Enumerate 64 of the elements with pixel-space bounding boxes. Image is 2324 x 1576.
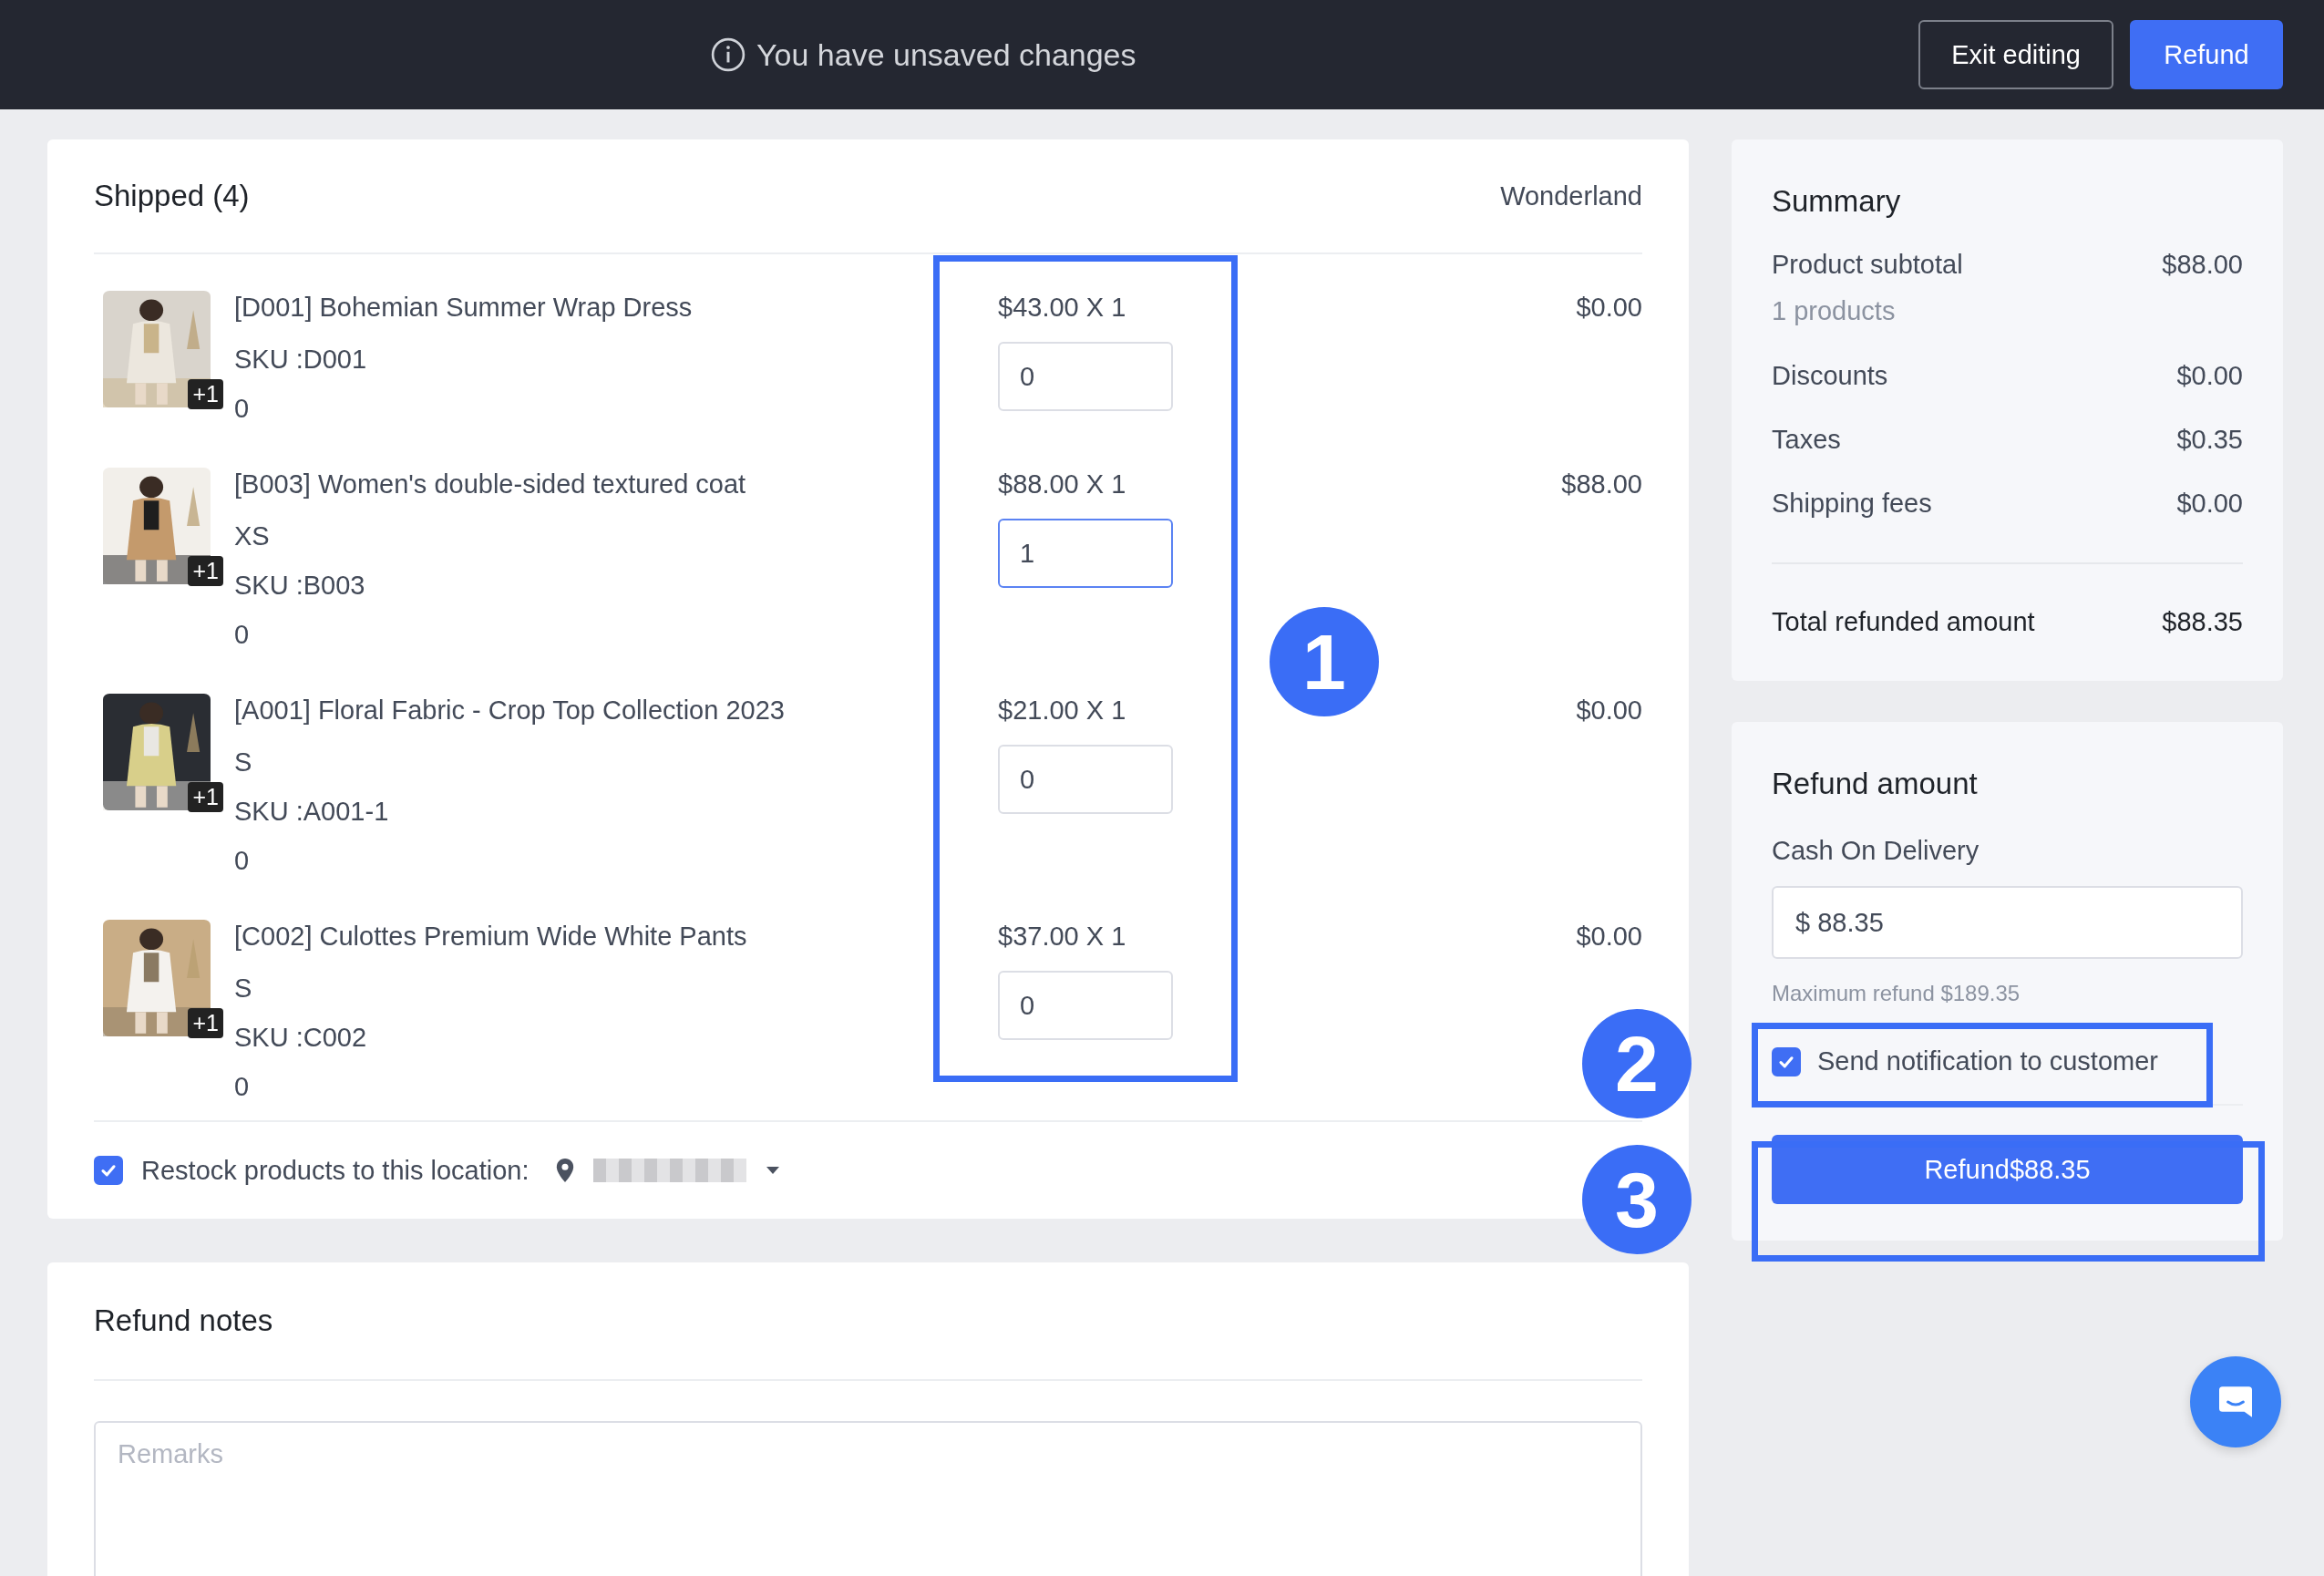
summary-label: Shipping fees bbox=[1772, 488, 1932, 520]
variant-label: S bbox=[234, 747, 253, 778]
item-count: 0 bbox=[234, 619, 251, 651]
product-count-note: 1 products bbox=[1772, 295, 1897, 327]
item-count: 0 bbox=[234, 845, 251, 877]
summary-label: Taxes bbox=[1772, 424, 1841, 456]
refund-submit-button[interactable]: Refund$88.35 bbox=[1772, 1135, 2243, 1204]
summary-label: Discounts bbox=[1772, 360, 1888, 392]
refund-button[interactable]: Refund bbox=[2130, 20, 2283, 89]
unit-price: $37.00 X 1 bbox=[998, 921, 1126, 953]
line-total: $0.00 bbox=[1576, 695, 1642, 726]
unit-price: $88.00 X 1 bbox=[998, 469, 1126, 500]
unit-price: $43.00 X 1 bbox=[998, 292, 1126, 324]
notify-label: Send notification to customer bbox=[1817, 1046, 2158, 1076]
product-name: [C002] Culottes Premium Wide White Pants bbox=[234, 921, 748, 953]
sku-label: SKU :D001 bbox=[234, 344, 368, 376]
product-name: [B003] Women's double-sided textured coat bbox=[234, 469, 747, 500]
section-title: Refund notes bbox=[94, 1303, 273, 1338]
item-count: 0 bbox=[234, 1071, 251, 1103]
more-images-badge: +1 bbox=[188, 782, 223, 812]
summary-value: $0.00 bbox=[2176, 360, 2243, 392]
line-total: $88.00 bbox=[1561, 469, 1642, 500]
quantity-field[interactable]: 0 bbox=[998, 342, 1173, 411]
refund-title: Refund amount bbox=[1772, 766, 1979, 802]
quantity-field[interactable]: 0 bbox=[998, 745, 1173, 814]
summary-value: $88.00 bbox=[2162, 249, 2243, 281]
info-icon bbox=[711, 37, 746, 72]
line-total: $0.00 bbox=[1576, 292, 1642, 324]
product-name: [A001] Floral Fabric - Crop Top Collection 2023 bbox=[234, 695, 786, 726]
total-value: $88.35 bbox=[2162, 606, 2243, 638]
maximum-refund-note: Maximum refund $189.35 bbox=[1772, 981, 2021, 1006]
location-name: Wonderland bbox=[1500, 180, 1642, 211]
unit-price: $21.00 X 1 bbox=[998, 695, 1126, 726]
total-label: Total refunded amount bbox=[1772, 606, 2035, 638]
chat-button[interactable] bbox=[2190, 1356, 2281, 1447]
step-number: 3 bbox=[1582, 1145, 1692, 1254]
item-count: 0 bbox=[234, 393, 251, 425]
section-title: Shipped (4) bbox=[94, 179, 250, 213]
more-images-badge: +1 bbox=[188, 556, 223, 586]
restock-label: Restock products to this location: bbox=[141, 1155, 530, 1186]
restock-checkbox[interactable] bbox=[94, 1156, 123, 1185]
more-images-badge: +1 bbox=[188, 379, 223, 409]
line-total: $0.00 bbox=[1576, 921, 1642, 953]
summary-label: Product subtotal bbox=[1772, 249, 1963, 281]
sku-label: SKU :A001-1 bbox=[234, 796, 390, 828]
payment-method: Cash On Delivery bbox=[1772, 835, 1980, 867]
summary-title: Summary bbox=[1772, 183, 1902, 220]
refund-amount-field[interactable]: $ 88.35 bbox=[1772, 886, 2243, 959]
more-images-badge: +1 bbox=[188, 1008, 223, 1038]
variant-label: S bbox=[234, 973, 253, 1004]
remarks-field[interactable]: Remarks bbox=[94, 1421, 1642, 1576]
quantity-field[interactable]: 0 bbox=[998, 971, 1173, 1040]
sku-label: SKU :B003 bbox=[234, 570, 366, 602]
location-pin-icon bbox=[554, 1158, 575, 1183]
sku-label: SKU :C002 bbox=[234, 1022, 368, 1054]
unsaved-notice: You have unsaved changes bbox=[756, 36, 1136, 73]
exit-editing-button[interactable]: Exit editing bbox=[1918, 20, 2113, 89]
quantity-field[interactable]: 1 bbox=[998, 519, 1173, 588]
product-name: [D001] Bohemian Summer Wrap Dress bbox=[234, 292, 694, 324]
caret-icon[interactable] bbox=[766, 1167, 779, 1174]
variant-label: XS bbox=[234, 520, 271, 552]
notify-checkbox[interactable] bbox=[1772, 1046, 1801, 1076]
summary-value: $0.00 bbox=[2176, 488, 2243, 520]
summary-value: $0.35 bbox=[2176, 424, 2243, 456]
